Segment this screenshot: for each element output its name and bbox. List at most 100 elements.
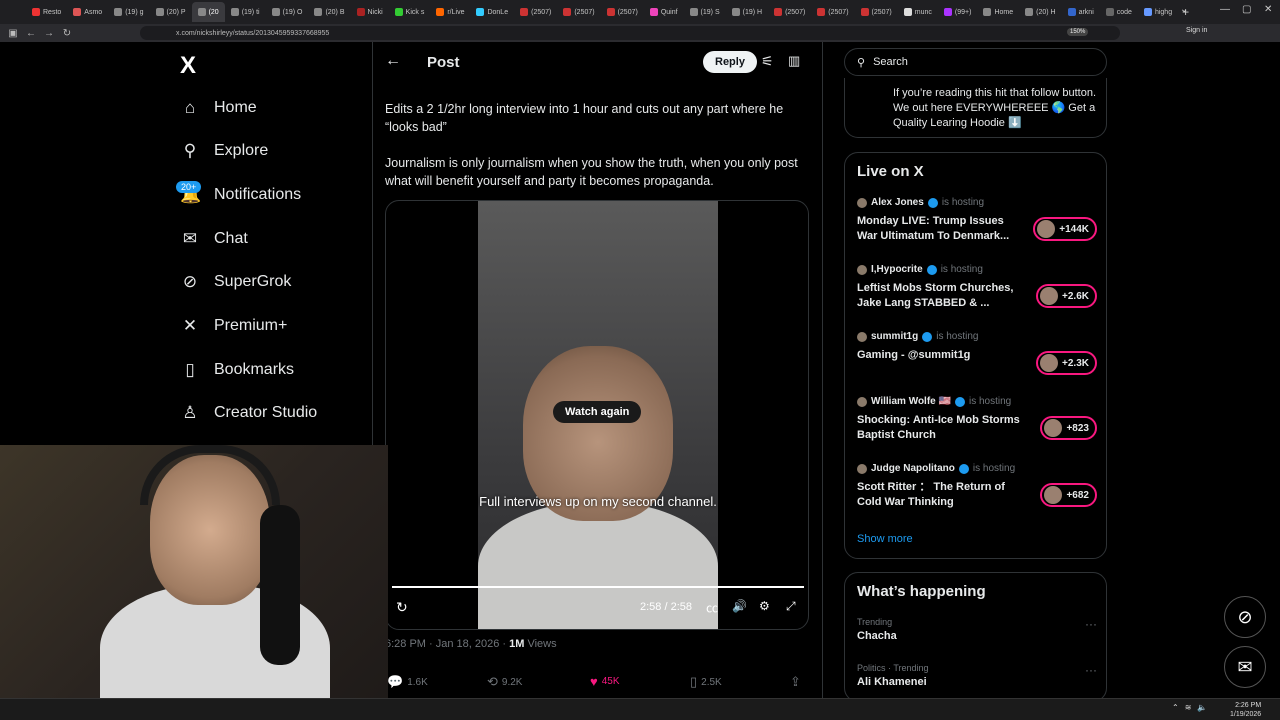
minimize-icon[interactable]: —	[1220, 4, 1230, 15]
listener-pill[interactable]: +2.3K	[1036, 351, 1097, 375]
browser-tab[interactable]: (2507)	[514, 2, 557, 22]
listener-pill[interactable]: +682	[1040, 483, 1097, 507]
system-tray: ⌃ ≋ 🔈	[1172, 703, 1207, 712]
messages-fab-icon[interactable]: ✉	[1224, 646, 1266, 688]
live-item[interactable]: Judge Napolitano is hosting Scott Ritter ：…	[857, 463, 1097, 510]
video-player[interactable]: Watch again Full interviews up on my sec…	[385, 200, 809, 630]
browser-tab[interactable]: (19) H	[726, 2, 768, 22]
zoom-level[interactable]: 150%	[1067, 28, 1089, 36]
wifi-icon[interactable]: ≋	[1185, 703, 1192, 712]
repost-action[interactable]: ⟲ 9.2K	[487, 674, 522, 690]
browser-tab[interactable]: (19) O	[266, 2, 309, 22]
fullscreen-icon[interactable]: ⤢	[786, 599, 796, 614]
browser-tab[interactable]: (2507)	[601, 2, 644, 22]
forward-nav-icon[interactable]: →	[40, 28, 58, 39]
nav-item-creator-studio[interactable]: ♙ Creator Studio	[180, 403, 317, 423]
video-progress-bar[interactable]	[392, 586, 804, 588]
host-name[interactable]: summit1g	[871, 331, 918, 342]
browser-tab[interactable]: code	[1100, 2, 1138, 22]
browser-tab[interactable]: Kick s	[389, 2, 431, 22]
watch-again-button[interactable]: Watch again	[553, 401, 642, 423]
settings-gear-icon[interactable]: ⚙	[759, 599, 770, 613]
reader-view-icon[interactable]: ▥	[788, 53, 800, 69]
trend-item[interactable]: Trending Chacha ···	[857, 617, 1097, 642]
nav-item-home[interactable]: ⌂ Home	[180, 98, 257, 118]
live-item[interactable]: I,Hypocrite is hosting Leftist Mobs Storm …	[857, 264, 1097, 311]
listener-pill[interactable]: +144K	[1033, 217, 1097, 241]
tab-label: DonLe	[487, 8, 509, 16]
filter-icon[interactable]: ⚟	[761, 53, 774, 70]
nav-item-explore[interactable]: ⚲ Explore	[180, 141, 268, 161]
browser-tab[interactable]: DonLe	[470, 2, 514, 22]
browser-tab[interactable]: (99+)	[938, 2, 978, 22]
reply-action[interactable]: 💬 1.6K	[387, 674, 428, 690]
browser-tab[interactable]: munc	[898, 2, 938, 22]
captions-icon[interactable]: ㏄	[706, 599, 718, 616]
nav-item-supergrok[interactable]: ⊘ SuperGrok	[180, 272, 292, 292]
live-item[interactable]: Alex Jones is hosting Monday LIVE: Trump I…	[857, 197, 1097, 244]
share-action[interactable]: ⇪	[790, 674, 801, 690]
replay-icon[interactable]: ↻	[396, 599, 408, 616]
browser-tab[interactable]: (20) B	[308, 2, 350, 22]
browser-tab[interactable]: r/Live	[430, 2, 470, 22]
close-icon[interactable]: ✕	[1264, 4, 1272, 15]
volume-icon[interactable]: 🔊	[732, 599, 747, 613]
show-more-link[interactable]: Show more	[857, 533, 913, 545]
browser-tab[interactable]: (19) ti	[225, 2, 266, 22]
browser-tab[interactable]: arkni	[1062, 2, 1100, 22]
speaker-icon[interactable]: 🔈	[1197, 703, 1207, 712]
browser-tab[interactable]: (20	[191, 2, 225, 22]
browser-tab[interactable]: Nicki	[351, 2, 389, 22]
views-label: Views	[524, 638, 557, 650]
maximize-icon[interactable]: ▢	[1242, 4, 1251, 15]
browser-tab[interactable]: Home	[977, 2, 1019, 22]
browser-tab[interactable]: highg	[1138, 2, 1178, 22]
listener-pill[interactable]: +823	[1040, 416, 1097, 440]
reload-icon[interactable]: ↻	[58, 28, 76, 39]
live-item[interactable]: William Wolfe 🇺🇸 is hosting Shocking: Anti…	[857, 396, 1097, 443]
browser-tab[interactable]: (20) H	[1019, 2, 1061, 22]
browser-tab[interactable]: (2507)	[557, 2, 600, 22]
trend-item[interactable]: Politics · Trending Ali Khamenei ···	[857, 663, 1097, 688]
browser-tab[interactable]: (2507)	[855, 2, 898, 22]
search-input[interactable]: ⚲ Search	[844, 48, 1107, 76]
host-name[interactable]: William Wolfe 🇺🇸	[871, 396, 951, 407]
nav-item-chat[interactable]: ✉ Chat	[180, 229, 248, 249]
browser-tab[interactable]: (19) g	[108, 2, 149, 22]
tab-favicon-icon	[943, 8, 952, 16]
tab-label: Kick s	[405, 8, 425, 16]
browser-tab[interactable]: (19) S	[684, 2, 726, 22]
host-name[interactable]: Judge Napolitano	[871, 463, 955, 474]
back-arrow-icon[interactable]: ←	[385, 52, 401, 70]
browser-tab[interactable]: Quinf	[644, 2, 684, 22]
x-logo[interactable]: X	[180, 52, 196, 80]
url-field[interactable]: x.com/nickshirleyy/status/20130459593376…	[140, 26, 1120, 40]
host-name[interactable]: Alex Jones	[871, 197, 924, 208]
more-options-icon[interactable]: ···	[1085, 663, 1097, 677]
bookmark-action[interactable]: ▯ 2.5K	[690, 674, 722, 690]
browser-tab[interactable]: Asmo	[67, 2, 108, 22]
tab-label: Resto	[43, 8, 62, 16]
live-item[interactable]: summit1g is hosting Gaming - @summit1g +2.3…	[857, 331, 1097, 375]
nav-item-premium-[interactable]: ✕ Premium+	[180, 316, 287, 336]
reply-button[interactable]: Reply	[703, 51, 757, 73]
browser-tab[interactable]: (2507)	[768, 2, 811, 22]
nav-item-bookmarks[interactable]: ▯ Bookmarks	[180, 360, 294, 380]
listener-pill[interactable]: +2.6K	[1036, 284, 1097, 308]
like-action[interactable]: ♥ 45K	[590, 674, 620, 689]
host-name[interactable]: I,Hypocrite	[871, 264, 923, 275]
grok-fab-icon[interactable]: ⊘	[1224, 596, 1266, 638]
sidebar-toggle-icon[interactable]: ▣	[4, 28, 22, 39]
browser-tab[interactable]: Resto	[26, 2, 67, 22]
browser-tab[interactable]: (20) P	[150, 2, 192, 22]
more-options-icon[interactable]: ···	[1085, 617, 1097, 631]
post-timestamp[interactable]: 6:28 PM · Jan 18, 2026 ·	[385, 638, 509, 650]
clock-date: 1/19/2026	[1230, 711, 1262, 718]
browser-tab[interactable]: (2507)	[811, 2, 854, 22]
tray-chevron-icon[interactable]: ⌃	[1172, 703, 1179, 712]
sign-in-button[interactable]: Sign in	[1186, 27, 1207, 34]
tab-search-icon[interactable]: ⌄	[1180, 4, 1188, 15]
back-nav-icon[interactable]: ←	[22, 28, 40, 39]
is-hosting-label: is hosting	[940, 264, 983, 275]
clock[interactable]: 2:26 PM 1/19/2026	[1230, 701, 1261, 719]
